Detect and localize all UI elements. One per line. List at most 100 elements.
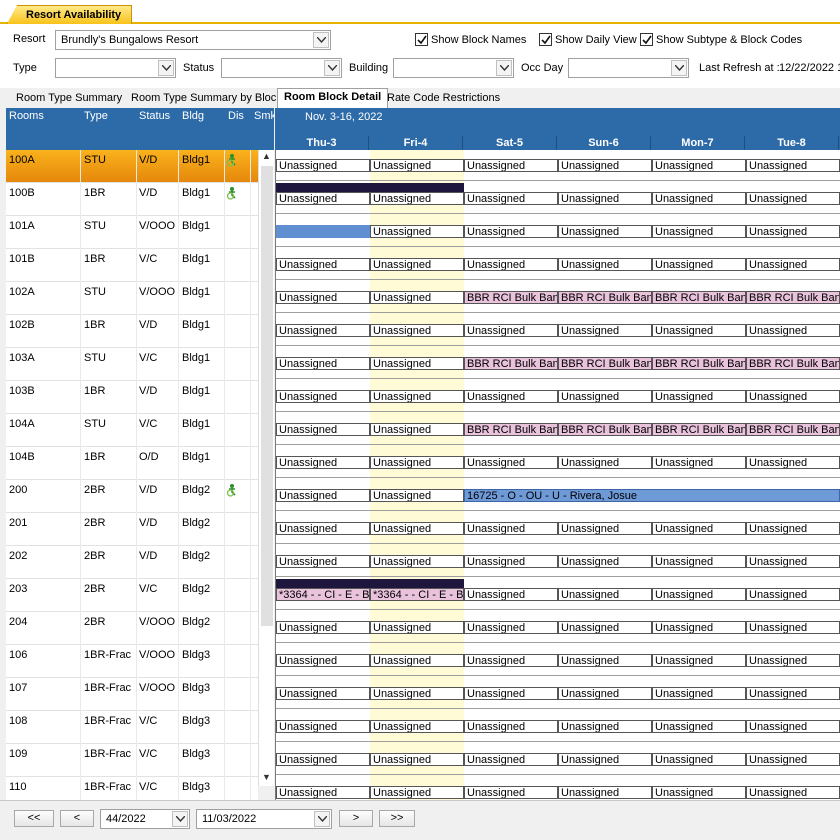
availability-cell[interactable]: Unassigned (746, 225, 840, 238)
availability-cell[interactable]: Unassigned (746, 159, 840, 172)
availability-cell[interactable]: Unassigned (746, 258, 840, 271)
scrollbar-thumb[interactable] (261, 166, 273, 626)
availability-cell[interactable]: Unassigned (558, 192, 652, 205)
availability-cell[interactable]: Unassigned (370, 324, 464, 337)
reservation-cell[interactable]: 16725 - O - OU - U - Rivera, Josue (464, 489, 840, 502)
availability-cell[interactable]: Unassigned (464, 588, 558, 601)
next-week-button[interactable]: > (339, 810, 373, 827)
day-header[interactable]: Sat-5 (463, 136, 557, 150)
availability-cell[interactable]: Unassigned (652, 456, 746, 469)
availability-cell[interactable]: Unassigned (276, 687, 370, 700)
availability-cell[interactable]: Unassigned (370, 621, 464, 634)
room-row[interactable]: 103A STU V/C Bldg1 (6, 348, 258, 381)
availability-cell[interactable]: Unassigned (652, 192, 746, 205)
prev-week-button[interactable]: < (60, 810, 94, 827)
type-select[interactable] (55, 58, 176, 78)
block-cell[interactable]: BBR RCI Bulk Banki (464, 423, 558, 436)
room-row[interactable]: 100B 1BR V/D Bldg1 (6, 183, 258, 216)
building-select[interactable] (393, 58, 514, 78)
availability-cell[interactable]: Unassigned (558, 555, 652, 568)
availability-cell[interactable]: Unassigned (464, 687, 558, 700)
availability-cell[interactable]: Unassigned (652, 159, 746, 172)
first-week-button[interactable]: << (14, 810, 54, 827)
availability-cell[interactable]: Unassigned (652, 225, 746, 238)
availability-cell[interactable]: Unassigned (464, 555, 558, 568)
resort-select[interactable]: Brundly's Bungalows Resort (55, 30, 331, 50)
availability-cell[interactable]: Unassigned (746, 720, 840, 733)
availability-cell[interactable]: Unassigned (276, 258, 370, 271)
availability-cell[interactable]: Unassigned (558, 654, 652, 667)
chevron-down-icon[interactable] (313, 32, 329, 48)
room-row[interactable]: 110 1BR-Frac V/C Bldg3 (6, 777, 258, 800)
availability-cell[interactable]: Unassigned (652, 522, 746, 535)
availability-cell[interactable]: Unassigned (370, 555, 464, 568)
col-smk[interactable]: Smk (254, 110, 274, 122)
availability-cell[interactable]: Unassigned (276, 291, 370, 304)
availability-cell[interactable]: Unassigned (276, 555, 370, 568)
availability-cell[interactable]: Unassigned (746, 192, 840, 205)
last-week-button[interactable]: >> (379, 810, 415, 827)
reservation-cell[interactable]: *3364 - - CI - E - B (370, 588, 464, 601)
availability-cell[interactable]: Unassigned (746, 390, 840, 403)
week-select[interactable]: 44/2022 (100, 809, 190, 829)
availability-cell[interactable]: Unassigned (746, 621, 840, 634)
room-row[interactable]: 107 1BR-Frac V/OOO Bldg3 (6, 678, 258, 711)
availability-cell[interactable]: Unassigned (370, 786, 464, 799)
block-cell[interactable]: BBR RCI Bulk Banki (464, 291, 558, 304)
availability-cell[interactable]: Unassigned (746, 786, 840, 799)
availability-cell[interactable]: Unassigned (370, 390, 464, 403)
room-row[interactable]: 102A STU V/OOO Bldg1 (6, 282, 258, 315)
block-cell[interactable]: BBR RCI Bulk Banki (464, 357, 558, 370)
chevron-down-icon[interactable] (496, 60, 512, 76)
col-dis[interactable]: Dis (228, 110, 244, 122)
chevron-down-icon[interactable] (671, 60, 687, 76)
availability-cell[interactable]: Unassigned (276, 192, 370, 205)
availability-cell[interactable]: Unassigned (558, 159, 652, 172)
availability-cell[interactable]: Unassigned (370, 291, 464, 304)
availability-cell[interactable]: Unassigned (558, 324, 652, 337)
availability-cell[interactable]: Unassigned (370, 654, 464, 667)
room-row[interactable]: 102B 1BR V/D Bldg1 (6, 315, 258, 348)
room-row[interactable]: 108 1BR-Frac V/C Bldg3 (6, 711, 258, 744)
room-row[interactable]: 103B 1BR V/D Bldg1 (6, 381, 258, 414)
show-subtype-codes-checkbox[interactable]: Show Subtype & Block Codes (640, 33, 802, 46)
availability-cell[interactable]: Unassigned (464, 786, 558, 799)
block-cell[interactable]: BBR RCI Bulk Banki (652, 357, 746, 370)
block-cell[interactable]: BBR RCI Bulk Banki (652, 291, 746, 304)
availability-cell[interactable]: Unassigned (276, 456, 370, 469)
availability-cell[interactable]: Unassigned (652, 753, 746, 766)
availability-cell[interactable]: Unassigned (276, 324, 370, 337)
block-cell[interactable]: BBR RCI Bulk Bank (746, 357, 840, 370)
availability-cell[interactable]: Unassigned (370, 192, 464, 205)
availability-cell[interactable]: Unassigned (558, 687, 652, 700)
availability-cell[interactable]: Unassigned (652, 621, 746, 634)
availability-cell[interactable]: Unassigned (652, 786, 746, 799)
col-rooms[interactable]: Rooms (9, 110, 44, 122)
tab-room-type-summary[interactable]: Room Type Summary (10, 90, 128, 108)
checkbox-icon[interactable] (640, 33, 653, 46)
occday-select[interactable] (568, 58, 689, 78)
day-header[interactable]: Mon-7 (651, 136, 745, 150)
availability-cell[interactable]: Unassigned (652, 390, 746, 403)
availability-cell[interactable]: Unassigned (370, 258, 464, 271)
availability-cell[interactable]: Unassigned (746, 654, 840, 667)
availability-cell[interactable]: Unassigned (370, 720, 464, 733)
show-block-names-checkbox[interactable]: Show Block Names (415, 33, 526, 46)
availability-cell[interactable]: Unassigned (464, 720, 558, 733)
availability-cell[interactable]: Unassigned (464, 456, 558, 469)
day-header[interactable]: Tue-8 (745, 136, 839, 150)
block-cell[interactable]: BBR RCI Bulk Banki (558, 423, 652, 436)
availability-cell[interactable]: Unassigned (370, 522, 464, 535)
availability-cell[interactable]: Unassigned (276, 489, 370, 502)
availability-cell[interactable]: Unassigned (746, 753, 840, 766)
block-cell[interactable]: BBR RCI Bulk Bank (746, 423, 840, 436)
chevron-down-icon[interactable] (158, 60, 174, 76)
availability-cell[interactable]: Unassigned (558, 456, 652, 469)
availability-cell[interactable]: Unassigned (558, 753, 652, 766)
tab-room-block-detail[interactable]: Room Block Detail (277, 88, 389, 108)
col-bldg[interactable]: Bldg (182, 110, 204, 122)
checkbox-icon[interactable] (539, 33, 552, 46)
availability-cell[interactable]: Unassigned (652, 258, 746, 271)
room-row[interactable]: 101B 1BR V/C Bldg1 (6, 249, 258, 282)
room-row[interactable]: 201 2BR V/D Bldg2 (6, 513, 258, 546)
